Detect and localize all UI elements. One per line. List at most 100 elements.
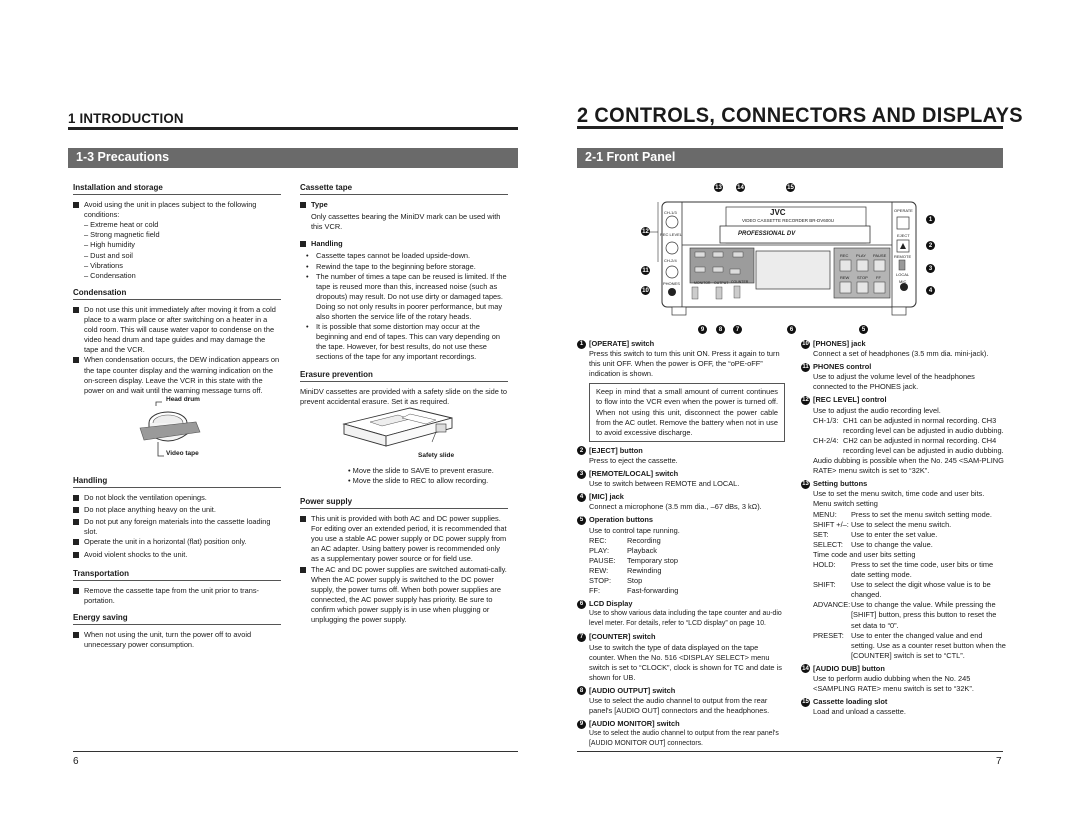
ch13-label: CH-1/3 bbox=[664, 210, 677, 215]
remote-label: REMOTE bbox=[894, 254, 912, 259]
condition-item: – Vibrations bbox=[84, 260, 123, 270]
ff-label: FF bbox=[876, 275, 881, 280]
footer-rule bbox=[73, 751, 518, 753]
item-heading: 12 [REC LEVEL] control bbox=[801, 395, 887, 406]
condition-item: – Strong magnetic field bbox=[84, 230, 160, 240]
callout-12: 12 bbox=[641, 227, 650, 236]
item-text: Load and unload a cassette. bbox=[813, 707, 906, 717]
section-bar: 2-1 Front Panel bbox=[577, 148, 1003, 168]
head-drum-label: Head drum bbox=[166, 396, 200, 403]
model-label: VIDEO CASSETTE RECORDER BR-DV600U bbox=[742, 218, 835, 223]
item-heading: 3 [REMOTE/LOCAL] switch bbox=[577, 469, 785, 479]
item-text: Use to switch the type of data displayed… bbox=[589, 642, 782, 682]
power-section: Power supply This unit is provided with … bbox=[300, 497, 508, 625]
pause-label: PAUSE bbox=[873, 253, 887, 258]
phones-label: PHONES bbox=[663, 281, 680, 286]
type-text: Only cassettes bearing the MiniDV mark c… bbox=[311, 212, 501, 232]
item-heading: 4 [MIC] jack bbox=[577, 492, 785, 502]
installation-heading: Installation and storage bbox=[73, 183, 281, 196]
item-text: Connect a set of headphones (3.5 mm dia.… bbox=[813, 349, 989, 359]
callout-1: 1 bbox=[926, 215, 935, 224]
list-item: • It is possible that some distortion may… bbox=[306, 322, 500, 362]
condition-item: – High humidity bbox=[84, 240, 135, 250]
callout-3: 3 bbox=[926, 264, 935, 273]
chapter-rule bbox=[68, 127, 518, 130]
item-text: Press this switch to turn this unit ON. … bbox=[589, 349, 780, 379]
item-text: Use to switch between REMOTE and LOCAL. bbox=[589, 479, 740, 489]
chapter-heading: 2 CONTROLS, CONNECTORS AND DISPLAYS bbox=[577, 104, 1023, 127]
output-label: OUTPUT bbox=[714, 281, 729, 285]
list-item: Do not block the ventilation openings. bbox=[73, 493, 281, 505]
eject-label: EJECT bbox=[897, 233, 910, 238]
list-item: Avoid using the unit in places subject t… bbox=[73, 200, 281, 220]
note-item: • Move the slide to SAVE to prevent eras… bbox=[348, 466, 494, 475]
note-item: • Move the slide to REC to allow recordi… bbox=[348, 476, 489, 486]
list-item: Do not place anything heavy on the unit. bbox=[73, 505, 281, 517]
dv-logo: PROFESSIONAL DV bbox=[738, 231, 796, 237]
callout-9: 9 bbox=[698, 325, 707, 334]
list-item: The AC and DC power supplies are switche… bbox=[300, 565, 508, 626]
item-heading: 15 Cassette loading slot bbox=[801, 697, 888, 707]
condensation-heading: Condensation bbox=[73, 288, 281, 300]
list-item: Remove the cassette tape from the unit p… bbox=[73, 586, 281, 606]
menu-table: MENU: Press to set the menu switch settin… bbox=[813, 509, 992, 549]
item-heading: 6 LCD Display bbox=[577, 599, 785, 609]
left-column-2: Cassette tape Type Only cassettes bearin… bbox=[300, 183, 508, 407]
left-column-1: Installation and storage Avoid using the… bbox=[73, 183, 281, 396]
group-label: Menu switch setting bbox=[813, 499, 878, 509]
list-item: When condensation occurs, the DEW indica… bbox=[73, 355, 281, 395]
ch24-label: CH-2/4 bbox=[664, 258, 677, 263]
rec-level-table: CH-1/3: CH1 can be adjusted in normal rec… bbox=[813, 415, 1004, 455]
play-label: PLAY bbox=[856, 253, 866, 258]
callout-10: 10 bbox=[641, 286, 650, 295]
item-heading: 11 PHONES control bbox=[801, 362, 872, 372]
condition-item: – Dust and soil bbox=[84, 250, 133, 260]
rec-label: REC bbox=[840, 253, 849, 258]
list-item: Do not use this unit immediately after m… bbox=[73, 305, 281, 355]
item-text: Press to eject the cassette. bbox=[589, 455, 678, 465]
left-column-1b: Handling Do not block the ventilation op… bbox=[73, 476, 281, 650]
group-label: Time code and user bits setting bbox=[813, 549, 916, 559]
list-item: When not using the unit, turn the power … bbox=[73, 630, 281, 650]
item-heading: 9 [AUDIO MONITOR] switch bbox=[577, 719, 785, 729]
item-text: Use to set the menu switch, time code an… bbox=[813, 489, 985, 499]
item-text: Use to adjust the volume level of the he… bbox=[813, 372, 975, 392]
condition-item: – Extreme heat or cold bbox=[84, 220, 159, 230]
subheading: Handling bbox=[300, 239, 508, 251]
local-label: LOCAL bbox=[896, 272, 910, 277]
note-box: Keep in mind that a small amount of curr… bbox=[589, 383, 785, 442]
list-item: Avoid violent shocks to the unit. bbox=[73, 550, 281, 562]
cassette-heading: Cassette tape bbox=[300, 183, 508, 196]
item-text: Audio dubbing is possible when the No. 2… bbox=[813, 456, 1004, 476]
list-item: Do not put any foreign materials into th… bbox=[73, 517, 281, 537]
brand-logo: JVC bbox=[770, 208, 786, 217]
cassette-figure: Safety slide bbox=[340, 402, 460, 462]
callout-5: 5 bbox=[859, 325, 868, 334]
item-text: Use to perform audio dubbing when the No… bbox=[813, 674, 974, 694]
chapter-rule bbox=[577, 126, 1003, 129]
rew-label: REW bbox=[840, 275, 850, 280]
item-text: Use to adjust the audio recording level. bbox=[813, 405, 941, 415]
counter-label: COUNTER bbox=[731, 280, 749, 284]
operation-table: REC: Recording PLAY: Playback PAUSE: Tempor… bbox=[589, 535, 679, 596]
callout-4: 4 bbox=[926, 286, 935, 295]
callout-13: 13 bbox=[714, 183, 723, 192]
item-text: Use to control tape running. bbox=[589, 525, 680, 535]
mic-label: MIC bbox=[899, 279, 907, 284]
list-item: • Cassette tapes cannot be loaded upside-… bbox=[306, 251, 471, 261]
erasure-heading: Erasure prevention bbox=[300, 370, 508, 382]
power-heading: Power supply bbox=[300, 497, 508, 510]
timecode-table: HOLD: Press to set the time code, user bi… bbox=[813, 559, 1006, 660]
list-item: This unit is provided with both AC and D… bbox=[300, 514, 508, 564]
callout-11: 11 bbox=[641, 266, 650, 275]
section-bar: 1-3 Precautions bbox=[68, 148, 518, 168]
condition-item: – Condensation bbox=[84, 270, 136, 280]
item-heading: 10 [PHONES] jack bbox=[801, 339, 866, 349]
item-heading: 7 [COUNTER] switch bbox=[577, 632, 785, 642]
callout-6: 6 bbox=[787, 325, 796, 334]
page-number: 7 bbox=[996, 756, 1002, 767]
item-heading: 14 [AUDIO DUB] button bbox=[801, 663, 885, 674]
item-heading: 8 [AUDIO OUTPUT] switch bbox=[577, 686, 785, 696]
stop-label: STOP bbox=[857, 275, 868, 280]
energy-heading: Energy saving bbox=[73, 613, 281, 626]
